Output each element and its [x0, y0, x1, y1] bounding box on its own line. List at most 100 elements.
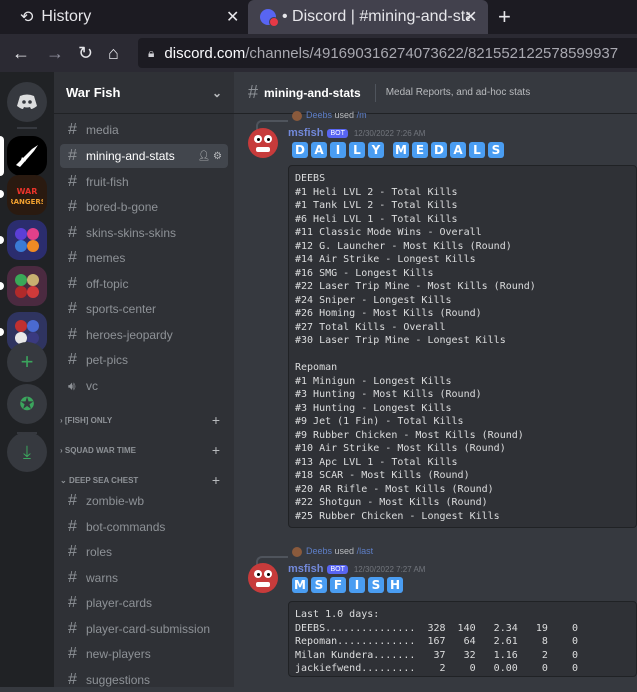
avatar	[292, 546, 302, 557]
channel-bored-b-gone[interactable]: # bored-b-gone	[60, 195, 228, 219]
unread-pill	[0, 190, 4, 198]
channel-vc[interactable]: 🔊︎ vc	[60, 374, 228, 398]
chat-area: # mining-and-stats Medal Reports, and ad…	[234, 72, 637, 687]
server-folder-2-icon[interactable]	[7, 266, 47, 306]
avatar-eye	[254, 570, 262, 578]
category-name: SQUAD WAR TIME	[64, 445, 136, 455]
bot-avatar[interactable]	[248, 563, 278, 593]
daily-medals-banner: DAILYMEDALS	[292, 142, 504, 158]
message-author[interactable]: msfish	[288, 127, 323, 139]
banner-space	[387, 142, 390, 158]
channel-suggestions[interactable]: # suggestions	[60, 668, 228, 692]
hash-icon: #	[68, 645, 77, 662]
bot-badge: BOT	[327, 128, 348, 138]
banner-letter: I	[330, 142, 346, 158]
channel-sports-center[interactable]: # sports-center	[60, 297, 228, 321]
reload-icon[interactable]: ↻	[78, 43, 93, 64]
hash-icon: #	[68, 518, 77, 535]
command-reference[interactable]: Deebs used /last	[292, 546, 373, 557]
server-header[interactable]: War Fish ⌄	[54, 72, 234, 114]
navigation-toolbar: ← → ↻ ⌂ 🔒︎ discord.com/channels/49169031…	[0, 34, 637, 72]
hash-icon: #	[68, 147, 77, 164]
category-deep-sea-chest[interactable]: ⌄ DEEP SEA CHEST +	[60, 472, 228, 488]
channel-name: roles	[86, 545, 113, 559]
channel-name: sports-center	[86, 302, 157, 316]
home-icon[interactable]: ⌂	[108, 43, 119, 64]
channel-bot-commands[interactable]: # bot-commands	[60, 515, 228, 539]
chevron-down-icon[interactable]: ⌄	[212, 86, 222, 100]
channel-player-cards[interactable]: # player-cards	[60, 591, 228, 615]
lock-icon[interactable]: 🔒︎	[148, 46, 154, 61]
channel-heroes-jeopardy[interactable]: # heroes-jeopardy	[60, 323, 228, 347]
download-icon[interactable]: ⤓	[7, 432, 47, 472]
channel-new-players[interactable]: # new-players	[60, 642, 228, 666]
tab-discord[interactable]: • Discord | #mining-and-stats ✕	[248, 0, 488, 34]
channel-pet-pics[interactable]: # pet-pics	[60, 348, 228, 372]
channel-name: vc	[86, 379, 98, 393]
category-squad-war-time[interactable]: › SQUAD WAR TIME +	[60, 442, 228, 458]
tab-history[interactable]: ⟲ History ✕	[0, 0, 248, 34]
history-icon: ⟲	[20, 9, 34, 26]
gear-icon[interactable]: ⚙	[213, 151, 222, 162]
reply-user[interactable]: Deebs	[306, 110, 332, 120]
discord-home-icon[interactable]	[7, 82, 47, 122]
explore-compass-icon[interactable]: ✪	[7, 384, 47, 424]
channel-zombie-wb[interactable]: # zombie-wb	[60, 489, 228, 513]
server-war-fish-logo-icon[interactable]: WAR RANGERS	[7, 175, 47, 215]
unread-pill	[0, 328, 4, 336]
hash-icon: #	[68, 594, 77, 611]
channel-name: player-card-submission	[86, 622, 211, 636]
server-war-fish-icon[interactable]	[7, 136, 47, 176]
channel-mining-and-stats[interactable]: # mining-and-stats 👤︎ ⚙	[60, 144, 228, 168]
banner-letter: M	[292, 577, 308, 593]
category-fish-only[interactable]: › [FISH] ONLY +	[60, 412, 228, 428]
address-bar[interactable]: 🔒︎ discord.com/channels/4916903162740736…	[138, 38, 637, 68]
add-server-icon[interactable]: +	[7, 342, 47, 382]
bot-badge: BOT	[327, 564, 348, 574]
channel-media[interactable]: # media	[60, 118, 228, 142]
banner-letter: H	[387, 577, 403, 593]
back-arrow-icon[interactable]: ←	[12, 43, 30, 64]
close-icon[interactable]: ✕	[464, 7, 477, 27]
channel-roles[interactable]: # roles	[60, 540, 228, 564]
channel-name: mining-and-stats	[86, 149, 175, 163]
tab-history-label: History	[41, 8, 92, 25]
channel-skins-skins-skins[interactable]: # skins-skins-skins	[60, 221, 228, 245]
channel-memes[interactable]: # memes	[60, 246, 228, 270]
forward-arrow-icon[interactable]: →	[46, 43, 64, 64]
channel-name: heroes-jeopardy	[86, 328, 173, 342]
reply-command[interactable]: /m	[357, 110, 367, 120]
close-icon[interactable]: ✕	[226, 7, 239, 27]
add-channel-icon[interactable]: +	[212, 442, 220, 458]
reply-user[interactable]: Deebs	[306, 546, 332, 556]
channel-topic[interactable]: Medal Reports, and ad-hoc stats	[386, 87, 531, 98]
hash-icon: #	[68, 543, 77, 560]
banner-letter: Y	[368, 142, 384, 158]
channel-fruit-fish[interactable]: # fruit-fish	[60, 170, 228, 194]
command-reference[interactable]: Deebs used /m	[292, 110, 367, 121]
speaker-icon: 🔊︎	[68, 378, 76, 393]
add-member-icon[interactable]: 👤︎	[198, 151, 211, 162]
hash-icon: #	[68, 326, 77, 343]
server-list: WAR RANGERS + ✪ ⤓	[0, 72, 54, 687]
avatar-eye	[264, 570, 272, 578]
bot-avatar[interactable]	[248, 128, 278, 158]
reply-used-label: used	[334, 110, 355, 120]
reply-used-label: used	[334, 546, 355, 556]
banner-letter: D	[431, 142, 447, 158]
avatar-mouth	[256, 582, 270, 587]
banner-letter: F	[330, 577, 346, 593]
channel-player-card-submission[interactable]: # player-card-submission	[60, 617, 228, 641]
channel-off-topic[interactable]: # off-topic	[60, 272, 228, 296]
banner-letter: M	[393, 142, 409, 158]
banner-letter: E	[412, 142, 428, 158]
channel-warns[interactable]: # warns	[60, 566, 228, 590]
reply-command[interactable]: /last	[357, 546, 374, 556]
avatar-mouth	[256, 147, 270, 152]
server-folder-1-icon[interactable]	[7, 220, 47, 260]
new-tab-icon[interactable]: +	[498, 4, 511, 30]
add-channel-icon[interactable]: +	[212, 412, 220, 428]
channel-tools: 👤︎ ⚙	[198, 151, 222, 162]
message-author[interactable]: msfish	[288, 563, 323, 575]
add-channel-icon[interactable]: +	[212, 472, 220, 488]
